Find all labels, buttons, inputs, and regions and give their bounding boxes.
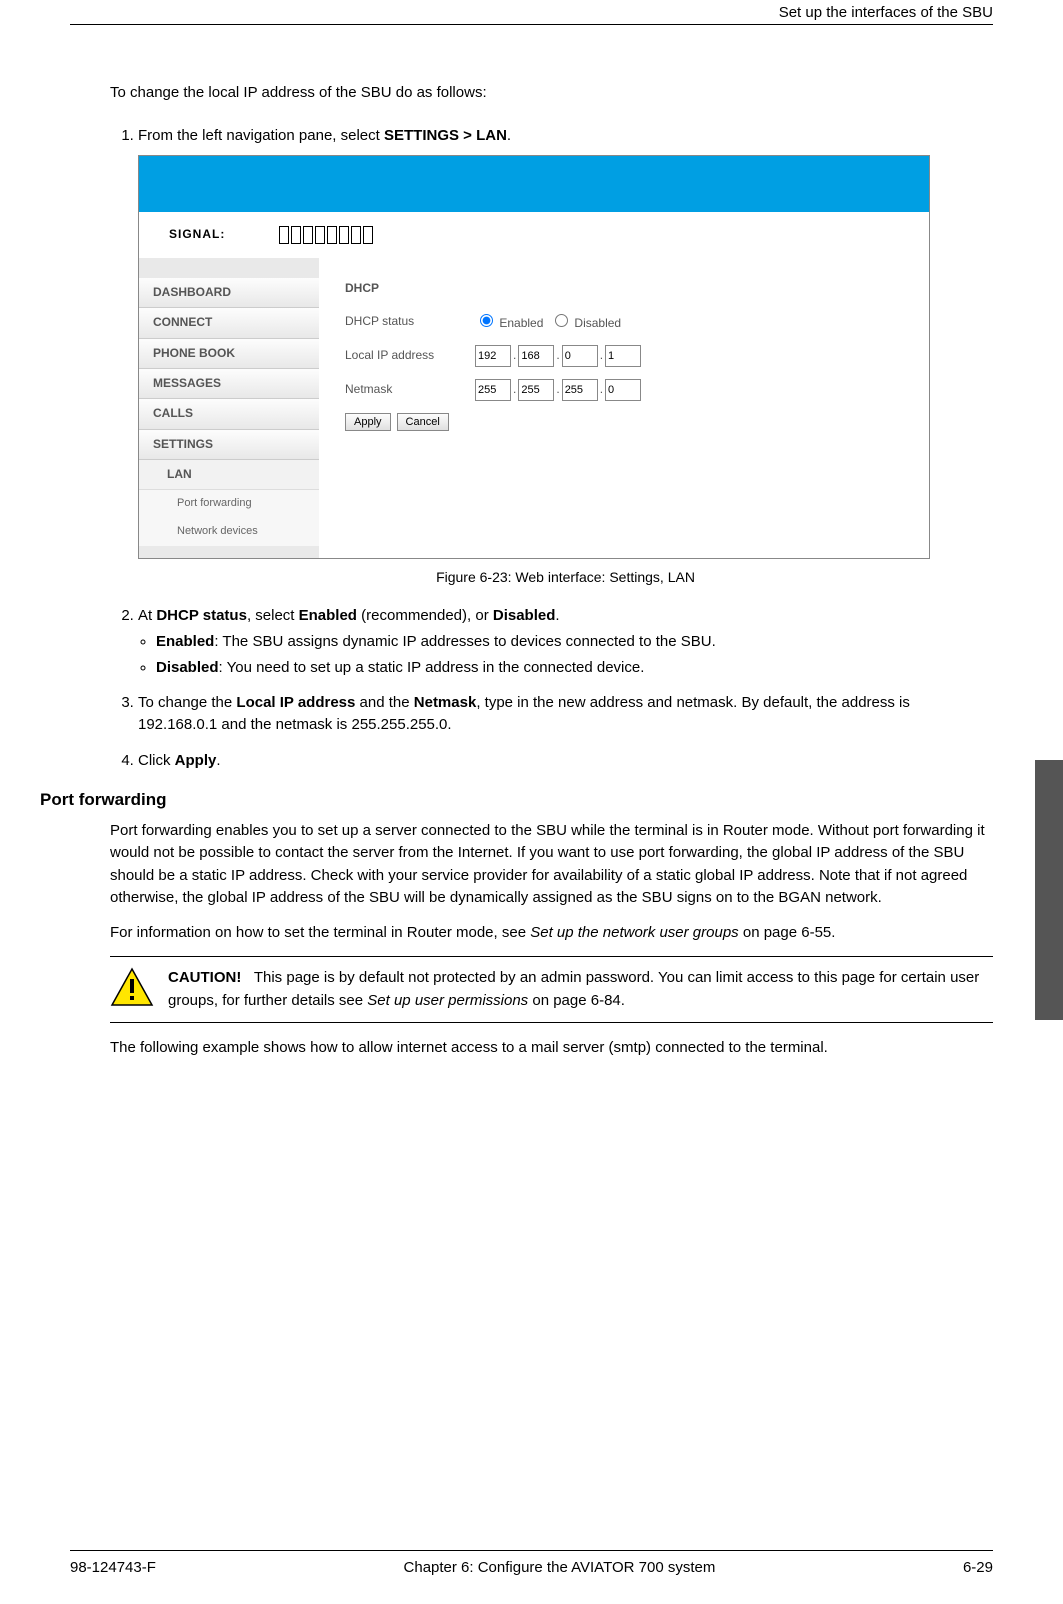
dhcp-status-label: DHCP status xyxy=(345,313,475,330)
dhcp-disabled-radio[interactable]: Disabled xyxy=(550,311,621,332)
nav-settings[interactable]: SETTINGS xyxy=(139,430,319,460)
nm-octet-4[interactable] xyxy=(605,379,641,401)
nm-octet-2[interactable] xyxy=(518,379,554,401)
intro-text: To change the local IP address of the SB… xyxy=(110,84,993,101)
dhcp-enabled-radio[interactable]: Enabled xyxy=(475,311,543,332)
running-header: Set up the interfaces of the SBU xyxy=(779,4,993,21)
pf-paragraph-1: Port forwarding enables you to set up a … xyxy=(110,820,993,910)
pf-paragraph-3: The following example shows how to allow… xyxy=(110,1037,993,1060)
bullet-disabled: Disabled: You need to set up a static IP… xyxy=(156,657,993,679)
nav-network-devices[interactable]: Network devices xyxy=(139,518,319,546)
step-4: Click Apply. xyxy=(138,750,993,772)
step-2: At DHCP status, select Enabled (recommen… xyxy=(138,605,993,678)
ip-octet-3[interactable] xyxy=(562,345,598,367)
apply-button[interactable]: Apply xyxy=(345,413,391,431)
ip-octet-4[interactable] xyxy=(605,345,641,367)
ip-octet-2[interactable] xyxy=(518,345,554,367)
ui-titlebar xyxy=(139,156,929,212)
footer-doc-id: 98-124743-F xyxy=(70,1559,156,1576)
bullet-enabled: Enabled: The SBU assigns dynamic IP addr… xyxy=(156,631,993,653)
nav-dashboard[interactable]: DASHBOARD xyxy=(139,278,319,308)
chapter-tab xyxy=(1035,760,1063,1020)
nm-octet-3[interactable] xyxy=(562,379,598,401)
caution-box: CAUTION! This page is by default not pro… xyxy=(110,956,993,1023)
ip-octet-1[interactable] xyxy=(475,345,511,367)
nav-calls[interactable]: CALLS xyxy=(139,399,319,429)
port-forwarding-heading: Port forwarding xyxy=(40,790,993,810)
nav-port-forwarding[interactable]: Port forwarding xyxy=(139,490,319,518)
figure-caption: Figure 6-23: Web interface: Settings, LA… xyxy=(138,567,993,587)
nav-lan[interactable]: LAN xyxy=(139,460,319,490)
cancel-button[interactable]: Cancel xyxy=(397,413,449,431)
nav-connect[interactable]: CONNECT xyxy=(139,308,319,338)
header-rule xyxy=(70,24,993,25)
caution-text: CAUTION! This page is by default not pro… xyxy=(168,967,993,1012)
signal-bars-icon xyxy=(279,226,373,244)
step-3: To change the Local IP address and the N… xyxy=(138,692,993,736)
page-footer: 98-124743-F Chapter 6: Configure the AVI… xyxy=(70,1550,993,1576)
warning-icon xyxy=(110,967,154,1012)
nm-octet-1[interactable] xyxy=(475,379,511,401)
nav-phonebook[interactable]: PHONE BOOK xyxy=(139,339,319,369)
footer-chapter: Chapter 6: Configure the AVIATOR 700 sys… xyxy=(404,1559,716,1576)
step-1: From the left navigation pane, select SE… xyxy=(138,125,993,587)
ui-signal-row: SIGNAL: xyxy=(139,212,929,258)
ui-main-panel: DHCP DHCP status Enabled Disabled Local … xyxy=(319,258,929,558)
screenshot-figure: SIGNAL: DASHBOARD CONNECT PHONE BOOK MES… xyxy=(138,155,930,559)
nav-messages[interactable]: MESSAGES xyxy=(139,369,319,399)
netmask-label: Netmask xyxy=(345,381,475,398)
local-ip-label: Local IP address xyxy=(345,347,475,364)
signal-label: SIGNAL: xyxy=(169,226,279,243)
panel-heading: DHCP xyxy=(345,280,903,297)
footer-page-num: 6-29 xyxy=(963,1559,993,1576)
ui-sidebar: DASHBOARD CONNECT PHONE BOOK MESSAGES CA… xyxy=(139,258,319,558)
pf-paragraph-2: For information on how to set the termin… xyxy=(110,922,993,945)
